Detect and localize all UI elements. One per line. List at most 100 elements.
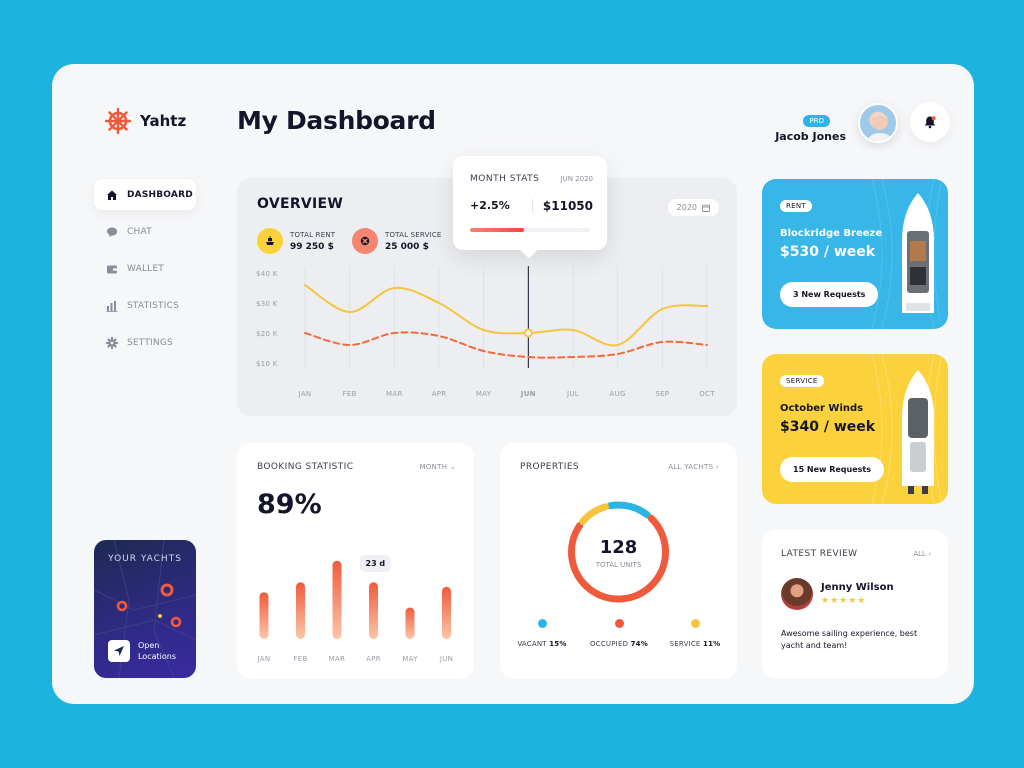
x-tick-label: MAY: [476, 390, 492, 398]
brand-logo[interactable]: Yahtz: [104, 107, 186, 135]
pro-badge: PRO: [803, 115, 830, 127]
legend-dot: [537, 619, 547, 628]
review-text: Awesome sailing experience, best yacht a…: [781, 629, 918, 650]
x-tick-label: MAY: [402, 655, 418, 663]
total-rent-stat: TOTAL RENT 99 250 $: [257, 228, 335, 254]
rent-yacht-card[interactable]: RENT Blockridge Breeze $530 / week 3 New…: [762, 179, 948, 329]
tooltip-amount: $11050: [542, 199, 593, 213]
sidebar-item-label: STATISTICS: [127, 300, 179, 311]
new-requests-button[interactable]: 15 New Requests: [780, 457, 884, 482]
brand-name: Yahtz: [140, 112, 187, 130]
sidebar-item-chat[interactable]: CHAT: [94, 216, 196, 247]
user-info[interactable]: PRO Jacob Jones: [775, 108, 846, 143]
all-reviews-link[interactable]: ALL ›: [913, 550, 931, 558]
promo-tag: RENT: [780, 200, 812, 212]
booking-bar[interactable]: [332, 560, 342, 639]
yacht-top-view-image: [902, 370, 934, 494]
month-stats-tooltip: MONTH STATS JUN 2020 +2.5% $11050: [453, 156, 607, 259]
y-tick-label: $40 K: [256, 270, 278, 278]
chevron-right-icon: ›: [928, 550, 931, 558]
booking-bar[interactable]: [296, 582, 305, 639]
legend-label: OCCUPIED: [590, 640, 629, 648]
total-service-stat: TOTAL SERVICE 25 000 $: [352, 228, 442, 254]
booking-bar[interactable]: [369, 582, 378, 639]
legend-occupied: OCCUPIED 74%: [579, 619, 659, 648]
tooltip-title: MONTH STATS: [470, 174, 540, 184]
overview-title: OVERVIEW: [257, 196, 344, 212]
reviewer-avatar[interactable]: [781, 578, 813, 610]
legend-service: SERVICE 11%: [655, 619, 735, 648]
legend-vacant: VACANT 15%: [502, 619, 582, 648]
bar-tooltip: 23 d: [359, 555, 392, 573]
rent-series-line: [304, 284, 708, 347]
bell-icon: [924, 116, 936, 129]
total-rent-value: 99 250 $: [290, 241, 334, 252]
ship-wheel-icon: [104, 107, 132, 135]
donut-segment-vacant[interactable]: [606, 501, 651, 519]
ship-icon: [257, 228, 283, 254]
statistics-icon: [106, 300, 118, 312]
x-tick-label: JUN: [439, 655, 453, 663]
x-tick-label: SEP: [655, 390, 669, 398]
year-value: 2020: [676, 203, 697, 212]
booking-bar[interactable]: [442, 586, 451, 639]
calendar-icon: [702, 204, 710, 212]
x-tick-label: APR: [432, 390, 447, 398]
x-tick-label: AUG: [610, 390, 626, 398]
all-reviews-label: ALL: [913, 550, 926, 558]
legend-value: 74%: [630, 640, 648, 648]
tooltip-divider: [532, 199, 533, 213]
donut-segment-service[interactable]: [579, 503, 610, 526]
sidebar-item-label: SETTINGS: [127, 337, 173, 348]
x-tick-label: APR: [366, 655, 381, 663]
x-tick-label: JAN: [257, 655, 271, 663]
x-tick-label: JUN: [520, 390, 536, 398]
review-title: LATEST REVIEW: [781, 549, 858, 559]
highlight-point[interactable]: [523, 328, 533, 338]
x-tick-label: JAN: [298, 390, 312, 398]
service-yacht-card[interactable]: SERVICE October Winds $340 / week 15 New…: [762, 354, 948, 504]
y-tick-label: $30 K: [256, 300, 278, 308]
sidebar-item-statistics[interactable]: STATISTICS: [94, 290, 196, 321]
yacht-name: Blockridge Breeze: [780, 228, 883, 239]
legend-dot: [690, 619, 700, 628]
legend-value: 15%: [549, 640, 567, 648]
yacht-name: October Winds: [780, 403, 864, 414]
sidebar-nav: DASHBOARD CHAT WALLET STATISTICS SETTING…: [94, 179, 196, 364]
service-tools-icon: [352, 228, 378, 254]
notifications-button[interactable]: [910, 102, 950, 142]
avatar[interactable]: [858, 103, 898, 143]
sidebar-item-settings[interactable]: SETTINGS: [94, 327, 196, 358]
booking-bar[interactable]: [259, 592, 269, 639]
new-requests-button[interactable]: 3 New Requests: [780, 282, 879, 307]
tooltip-progress-fill: [470, 228, 524, 232]
legend-label: VACANT: [517, 640, 547, 648]
home-icon: [106, 189, 118, 201]
booking-bar[interactable]: [405, 607, 415, 640]
map-pin-icon: [160, 583, 174, 597]
rating-stars: ★★★★★: [821, 596, 867, 606]
booking-bar-chart: JAN FEB MAR APR MAY JUN: [257, 560, 453, 663]
legend-dot: [614, 619, 624, 628]
reviewer-name: Jenny Wilson: [821, 582, 894, 593]
sidebar-item-dashboard[interactable]: DASHBOARD: [94, 179, 196, 210]
open-locations-label: Open Locations: [138, 641, 177, 661]
x-tick-label: FEB: [343, 390, 357, 398]
sidebar-item-wallet[interactable]: WALLET: [94, 253, 196, 284]
promo-tag: SERVICE: [780, 375, 824, 387]
open-locations-button[interactable]: Open Locations: [108, 640, 176, 662]
sidebar-item-label: DASHBOARD: [127, 189, 193, 200]
total-rent-label: TOTAL RENT: [290, 230, 336, 239]
your-yachts-title: YOUR YACHTS: [108, 554, 182, 564]
legend-label: SERVICE: [669, 640, 701, 648]
donut-segment-occupied[interactable]: [568, 514, 669, 603]
your-yachts-card[interactable]: YOUR YACHTS Open Locations: [94, 540, 196, 678]
properties-card: PROPERTIES ALL YACHTS › 128 TOTAL UNITS …: [500, 443, 737, 679]
tooltip-progress-track: [470, 228, 590, 232]
map-pin-icon: [116, 600, 128, 612]
gear-icon: [106, 336, 118, 349]
wallet-icon: [106, 263, 118, 275]
dashboard-window: Yahtz DASHBOARD CHAT WALLET STATISTICS S…: [52, 64, 974, 704]
year-selector[interactable]: 2020: [667, 199, 719, 216]
x-tick-label: OCT: [699, 390, 715, 398]
